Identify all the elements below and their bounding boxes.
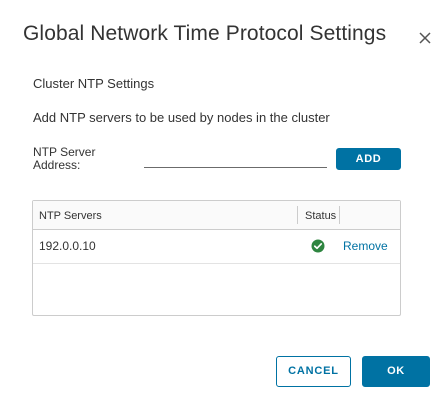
ntp-server-cell: 192.0.0.10 (39, 239, 96, 253)
close-button[interactable] (412, 25, 438, 51)
ntp-server-address-input[interactable] (144, 150, 327, 168)
column-header-status[interactable]: Status (305, 210, 336, 222)
remove-link[interactable]: Remove (343, 239, 388, 253)
add-button[interactable]: ADD (336, 148, 401, 170)
grid-header: NTP Servers Status (33, 201, 400, 230)
status-cell (311, 239, 325, 253)
section-title: Cluster NTP Settings (33, 76, 155, 91)
check-circle-icon (311, 239, 325, 253)
ok-button[interactable]: OK (362, 356, 430, 387)
column-header-ntp-servers[interactable]: NTP Servers (39, 210, 102, 222)
column-separator[interactable] (339, 206, 340, 224)
column-separator[interactable] (297, 206, 298, 224)
table-row: 192.0.0.10 Remove (33, 230, 400, 264)
ntp-servers-grid: NTP Servers Status 192.0.0.10 Remove (32, 200, 401, 316)
ntp-settings-dialog: Global Network Time Protocol Settings Cl… (0, 0, 446, 400)
section-description: Add NTP servers to be used by nodes in t… (33, 110, 330, 125)
close-icon (419, 32, 431, 44)
cancel-button[interactable]: CANCEL (276, 356, 351, 387)
dialog-title: Global Network Time Protocol Settings (23, 22, 387, 45)
ntp-server-address-label: NTP Server Address: (33, 145, 96, 172)
